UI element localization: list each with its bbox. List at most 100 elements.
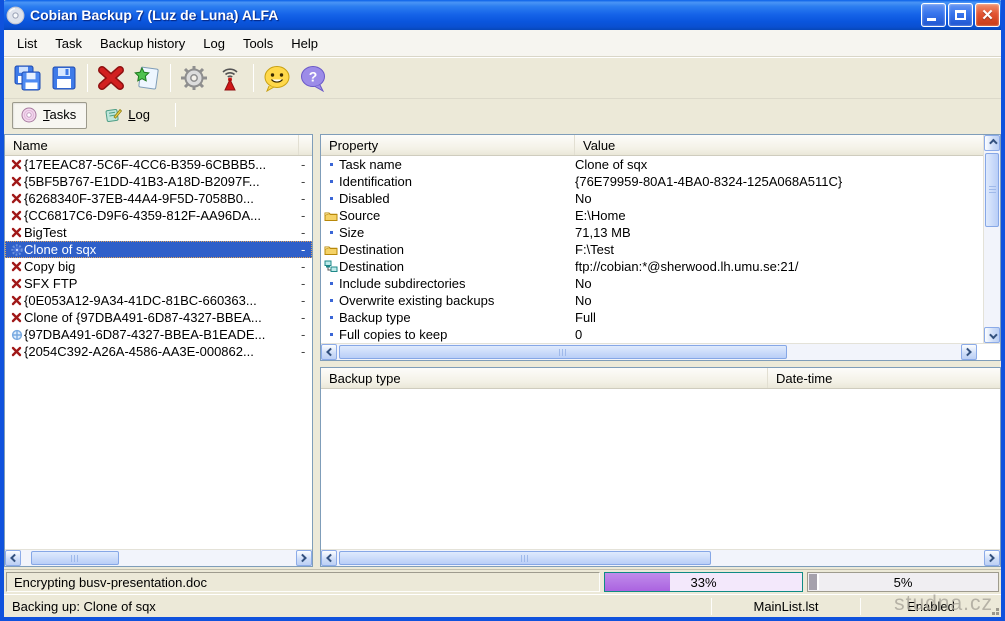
delete-x-icon <box>9 227 24 238</box>
task-row[interactable]: BigTest - <box>5 224 312 241</box>
feedback-button[interactable] <box>259 61 295 95</box>
menu-help[interactable]: Help <box>282 32 327 55</box>
column-header-name[interactable]: Name <box>5 135 299 155</box>
property-row[interactable]: Include subdirectories No <box>321 275 983 292</box>
task-row[interactable]: {0E053A12-9A34-41DC-81BC-660363... - <box>5 292 312 309</box>
options-button[interactable] <box>176 61 212 95</box>
scroll-thumb[interactable] <box>339 345 787 359</box>
delete-x-icon <box>9 176 24 187</box>
page-star-icon <box>132 64 162 92</box>
property-panel: Property Value Task name Clone of sqx Id… <box>320 134 1001 361</box>
minimize-icon <box>927 18 936 21</box>
menu-list[interactable]: List <box>8 32 46 55</box>
save-button[interactable] <box>46 61 82 95</box>
delete-task-button[interactable] <box>93 61 129 95</box>
tab-bar: Tasks Log <box>4 98 1001 131</box>
scroll-right-button[interactable] <box>961 344 977 360</box>
property-row[interactable]: Source E:\Home <box>321 207 983 224</box>
property-row[interactable]: Destination F:\Test <box>321 241 983 258</box>
column-header-value[interactable]: Value <box>575 135 983 155</box>
property-row[interactable]: Backup type Full <box>321 309 983 326</box>
scroll-right-button[interactable] <box>984 550 1000 566</box>
property-hscrollbar[interactable] <box>321 343 1000 360</box>
property-row[interactable]: Identification {76E79959-80A1-4BA0-8324-… <box>321 173 983 190</box>
delete-x-icon <box>9 210 24 221</box>
scroll-thumb[interactable] <box>31 551 119 565</box>
resize-grip-icon[interactable] <box>996 612 999 615</box>
scroll-track[interactable] <box>21 550 296 566</box>
menu-bar: List Task Backup history Log Tools Help <box>4 30 1001 57</box>
task-row-selected[interactable]: Clone of sqx - <box>5 241 312 258</box>
floppy-pair-icon <box>13 64 43 92</box>
scroll-thumb[interactable] <box>339 551 711 565</box>
delete-x-icon <box>9 312 24 323</box>
menu-tools[interactable]: Tools <box>234 32 282 55</box>
tab-tasks[interactable]: Tasks <box>12 102 87 129</box>
tasks-cd-icon <box>21 107 37 123</box>
task-row[interactable]: Clone of {97DBA491-6D87-4327-BBEA... - <box>5 309 312 326</box>
property-row[interactable]: Disabled No <box>321 190 983 207</box>
close-icon: ✕ <box>981 8 994 23</box>
column-header-property[interactable]: Property <box>321 135 575 155</box>
scroll-thumb[interactable] <box>985 153 999 227</box>
property-row[interactable]: Size 71,13 MB <box>321 224 983 241</box>
scroll-right-button[interactable] <box>296 550 312 566</box>
gear-blue-icon <box>9 244 24 256</box>
floppy-save-icon <box>51 65 77 91</box>
menu-task[interactable]: Task <box>46 32 91 55</box>
property-row[interactable]: Overwrite existing backups No <box>321 292 983 309</box>
right-column: Property Value Task name Clone of sqx Id… <box>320 134 1001 567</box>
task-row[interactable]: Copy big - <box>5 258 312 275</box>
bullet-icon <box>323 231 339 234</box>
scroll-down-button[interactable] <box>984 327 1000 343</box>
help-button[interactable]: ? <box>295 61 331 95</box>
task-row[interactable]: {2054C392-A26A-4586-AA3E-000862... - <box>5 343 312 360</box>
menu-backup-history[interactable]: Backup history <box>91 32 194 55</box>
property-vscrollbar[interactable] <box>983 135 1000 343</box>
gear-icon <box>179 64 209 92</box>
menu-log[interactable]: Log <box>194 32 234 55</box>
app-window: Cobian Backup 7 (Luz de Luna) ALFA ✕ Lis… <box>0 0 1005 621</box>
new-task-button[interactable] <box>10 61 46 95</box>
minimize-button[interactable] <box>921 3 946 27</box>
new-item-button[interactable] <box>129 61 165 95</box>
property-row[interactable]: Destination ftp://cobian:*@sherwood.lh.u… <box>321 258 983 275</box>
maximize-button[interactable] <box>948 3 973 27</box>
delete-x-icon <box>9 278 24 289</box>
property-row[interactable]: Full copies to keep 0 <box>321 326 983 343</box>
task-row[interactable]: {97DBA491-6D87-4327-BBEA-B1EADE... - <box>5 326 312 343</box>
property-row[interactable]: Task name Clone of sqx <box>321 156 983 173</box>
title-bar: Cobian Backup 7 (Luz de Luna) ALFA ✕ <box>0 0 1005 30</box>
smiley-icon <box>262 64 292 92</box>
scroll-left-button[interactable] <box>321 344 337 360</box>
chevron-left-icon <box>326 348 334 356</box>
column-header-backup-type[interactable]: Backup type <box>321 368 768 388</box>
history-hscrollbar[interactable] <box>321 549 1000 566</box>
remote-button[interactable] <box>212 61 248 95</box>
task-list-hscrollbar[interactable] <box>5 549 312 566</box>
task-row[interactable]: {CC6817C6-D9F6-4359-812F-AA96DA... - <box>5 207 312 224</box>
tab-log[interactable]: Log <box>97 103 160 128</box>
help-bubble-icon: ? <box>298 64 328 92</box>
bullet-icon <box>323 316 339 319</box>
column-header-date-time[interactable]: Date-time <box>768 368 1000 388</box>
scroll-left-button[interactable] <box>321 550 337 566</box>
tab-log-label: Log <box>128 107 150 122</box>
scroll-up-button[interactable] <box>984 135 1000 151</box>
panel-splitter[interactable] <box>313 134 320 567</box>
thumb-grip <box>521 555 530 562</box>
current-operation-text: Encrypting busv-presentation.doc <box>6 572 600 592</box>
scroll-track[interactable] <box>984 151 1000 327</box>
delete-x-icon <box>9 261 24 272</box>
task-row[interactable]: SFX FTP - <box>5 275 312 292</box>
toolbar: ? <box>4 57 1001 98</box>
scroll-left-button[interactable] <box>5 550 21 566</box>
task-row[interactable]: {17EEAC87-5C6F-4CC6-B359-6CBBB5... - <box>5 156 312 173</box>
bullet-icon <box>323 180 339 183</box>
scrollbar-corner <box>977 344 1000 360</box>
task-row[interactable]: {5BF5B767-E1DD-41B3-A18D-B2097F... - <box>5 173 312 190</box>
close-button[interactable]: ✕ <box>975 3 1000 27</box>
scroll-track[interactable] <box>337 550 984 566</box>
task-row[interactable]: {6268340F-37EB-44A4-9F5D-7058B0... - <box>5 190 312 207</box>
scroll-track[interactable] <box>337 344 961 360</box>
